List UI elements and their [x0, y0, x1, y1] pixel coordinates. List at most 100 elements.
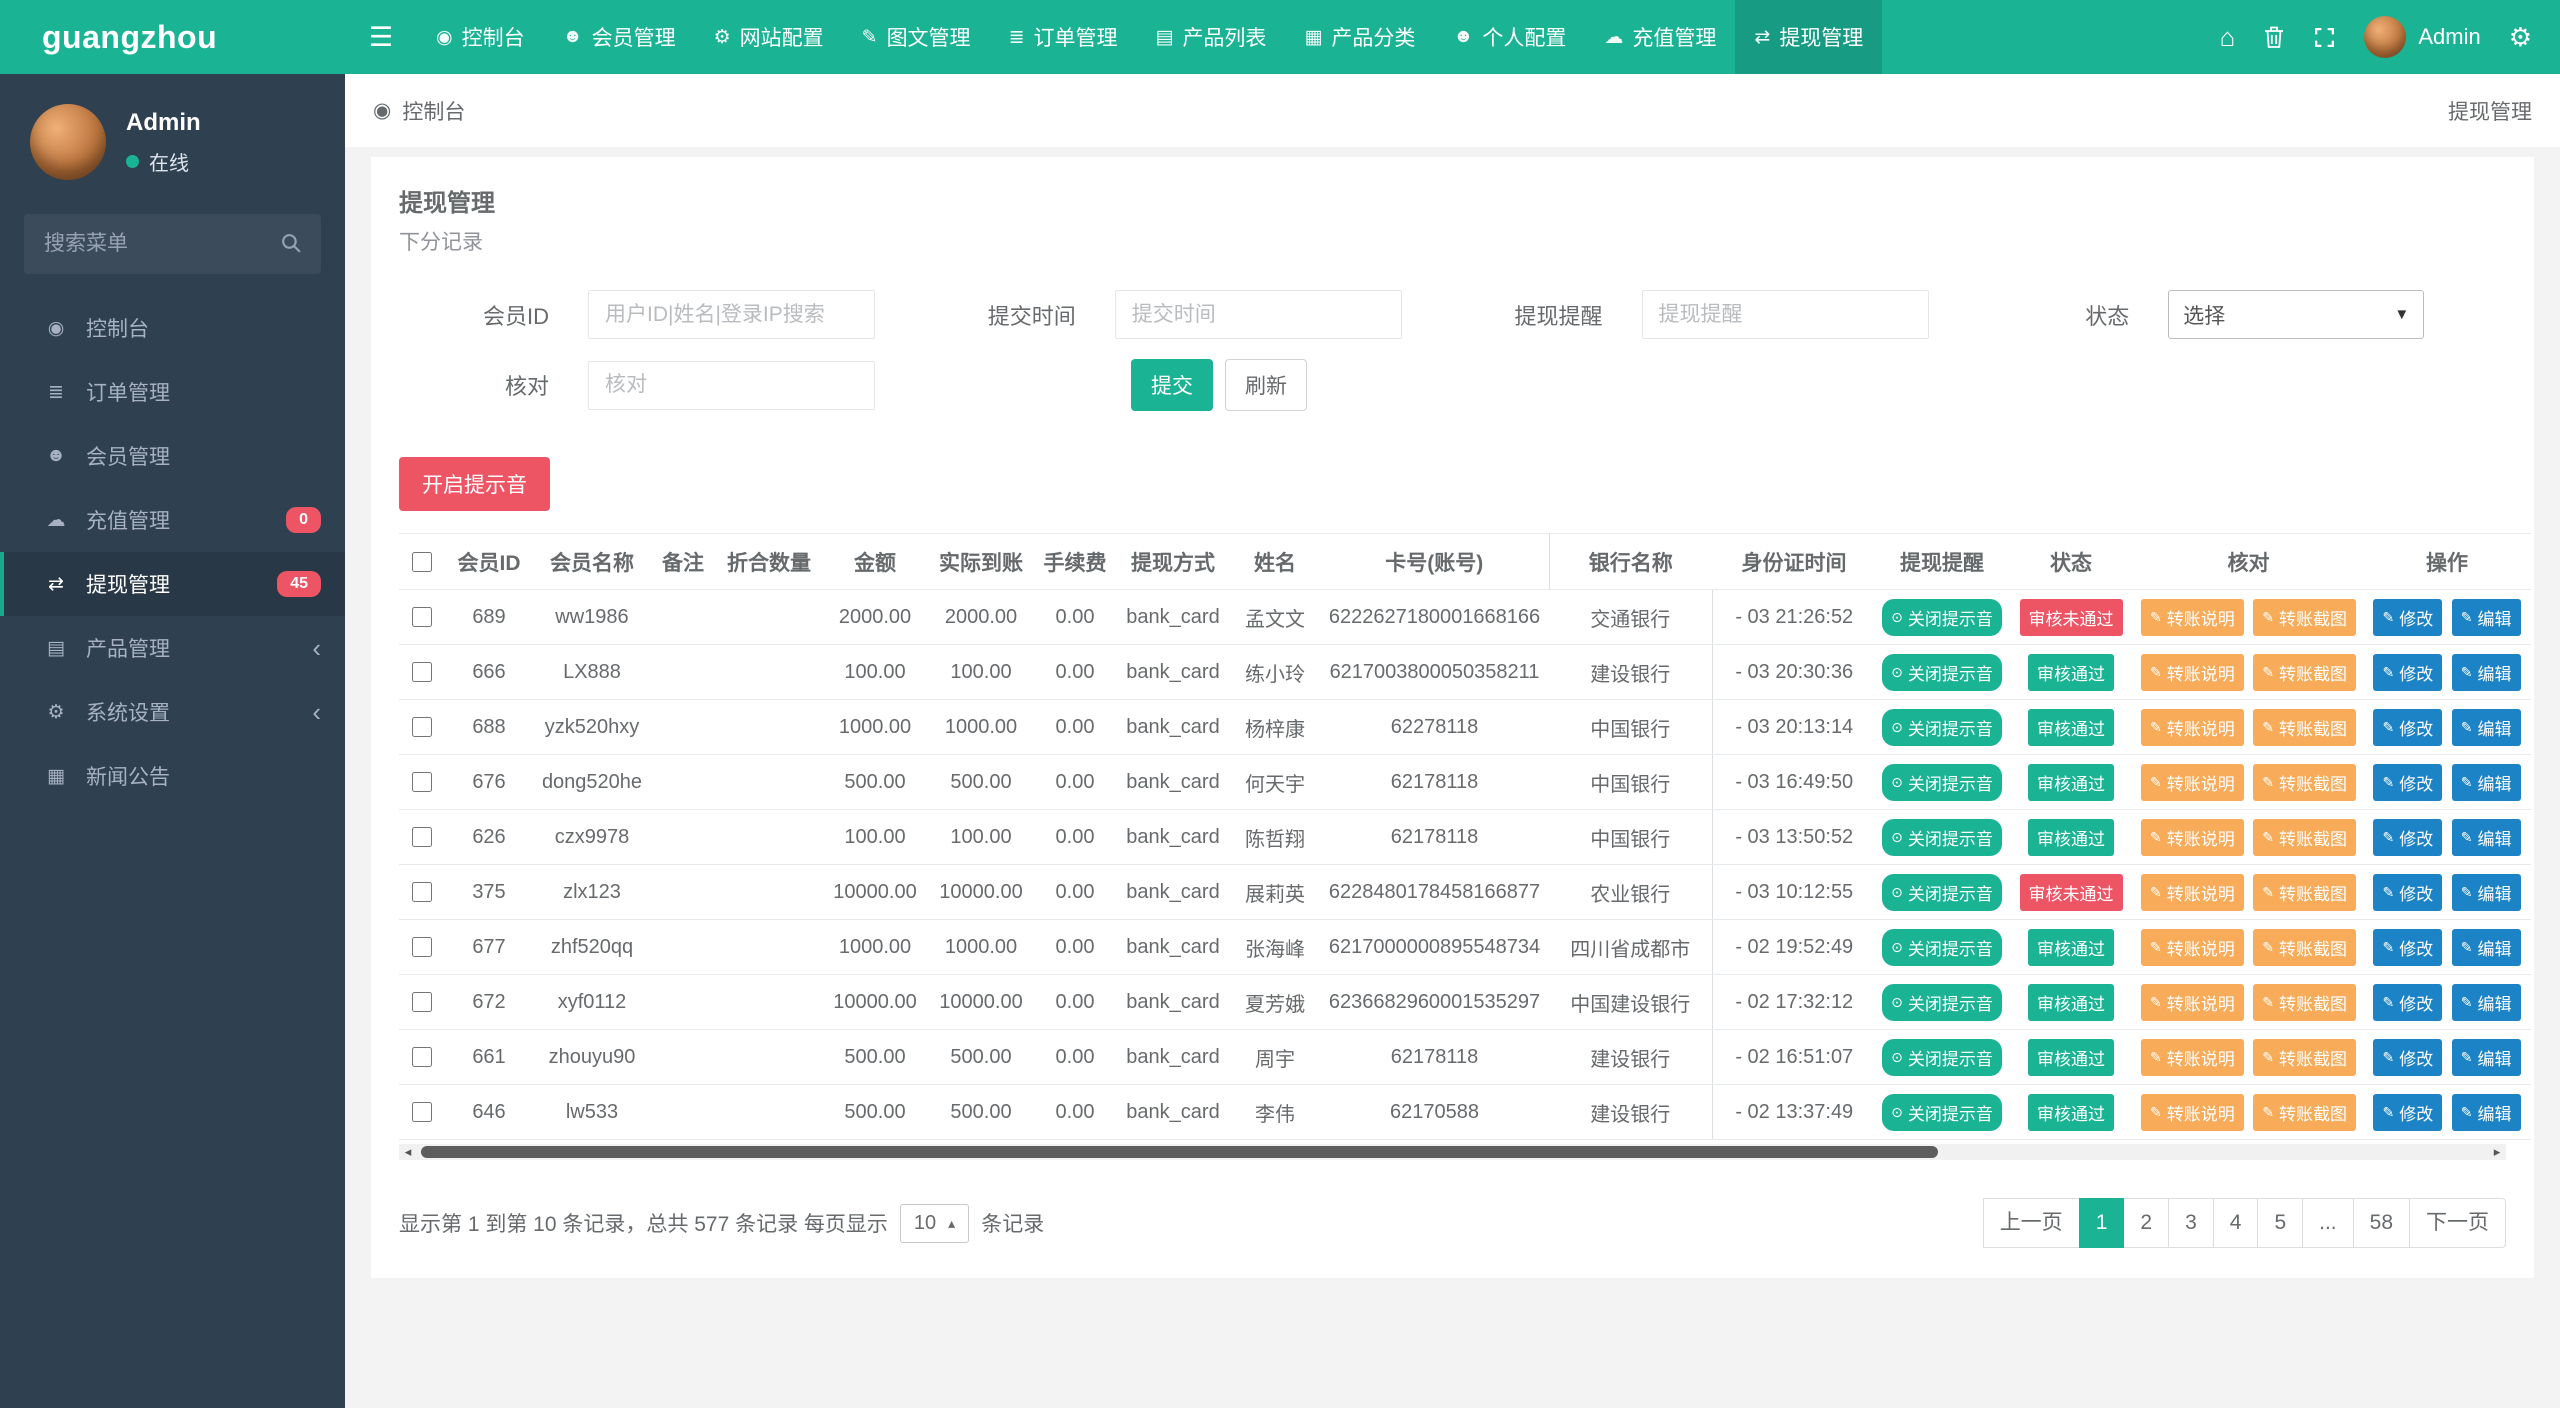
- sidebar-item[interactable]: ⇄ 提现管理 45: [0, 552, 345, 616]
- edit-button[interactable]: ✎ 编辑: [2451, 983, 2521, 1021]
- transfer-screenshot-button[interactable]: ✎ 转账截图: [2253, 1038, 2357, 1076]
- transfer-screenshot-button[interactable]: ✎ 转账截图: [2253, 708, 2357, 746]
- page-button[interactable]: 上一页: [1982, 1198, 2080, 1248]
- page-button[interactable]: 5: [2257, 1198, 2304, 1248]
- modify-button[interactable]: ✎ 修改: [2373, 598, 2443, 636]
- modify-button[interactable]: ✎ 修改: [2373, 928, 2443, 966]
- search-icon[interactable]: [280, 232, 303, 260]
- mute-sound-button[interactable]: ⊙ 关闭提示音: [1882, 653, 2002, 691]
- transfer-note-button[interactable]: ✎ 转账说明: [2140, 598, 2244, 636]
- breadcrumb-left-label[interactable]: 控制台: [402, 96, 465, 126]
- row-checkbox[interactable]: [411, 1102, 432, 1123]
- mute-sound-button[interactable]: ⊙ 关闭提示音: [1882, 598, 2002, 636]
- hamburger-icon[interactable]: ☰: [345, 0, 417, 74]
- page-button[interactable]: ...: [2302, 1198, 2354, 1248]
- modify-button[interactable]: ✎ 修改: [2373, 763, 2443, 801]
- trash-icon[interactable]: [2263, 25, 2285, 50]
- edit-button[interactable]: ✎ 编辑: [2451, 928, 2521, 966]
- row-checkbox[interactable]: [411, 607, 432, 628]
- transfer-screenshot-button[interactable]: ✎ 转账截图: [2253, 983, 2357, 1021]
- horizontal-scrollbar[interactable]: ◂ ▸: [399, 1144, 2506, 1160]
- edit-button[interactable]: ✎ 编辑: [2451, 598, 2521, 636]
- expand-icon[interactable]: [2313, 26, 2336, 49]
- edit-button[interactable]: ✎ 编辑: [2451, 708, 2521, 746]
- navbar-item[interactable]: ✎ 图文管理: [843, 0, 990, 74]
- mute-sound-button[interactable]: ⊙ 关闭提示音: [1882, 928, 2002, 966]
- withdraw-notice-input[interactable]: [1641, 290, 1929, 339]
- transfer-note-button[interactable]: ✎ 转账说明: [2140, 928, 2244, 966]
- page-size-select[interactable]: 10 ▴: [899, 1203, 970, 1243]
- modify-button[interactable]: ✎ 修改: [2373, 983, 2443, 1021]
- sidebar-item[interactable]: ◉ 控制台: [0, 296, 345, 360]
- row-checkbox[interactable]: [411, 1047, 432, 1068]
- modify-button[interactable]: ✎ 修改: [2373, 873, 2443, 911]
- navbar-item[interactable]: ▦ 产品分类: [1285, 0, 1434, 74]
- submit-button[interactable]: 提交: [1131, 359, 1213, 411]
- mute-sound-button[interactable]: ⊙ 关闭提示音: [1882, 708, 2002, 746]
- page-button[interactable]: 3: [2168, 1198, 2214, 1248]
- transfer-note-button[interactable]: ✎ 转账说明: [2140, 1093, 2244, 1131]
- mute-sound-button[interactable]: ⊙ 关闭提示音: [1882, 1038, 2002, 1076]
- row-checkbox[interactable]: [411, 882, 432, 903]
- modify-button[interactable]: ✎ 修改: [2373, 708, 2443, 746]
- transfer-screenshot-button[interactable]: ✎ 转账截图: [2253, 763, 2357, 801]
- settings-gear-icon[interactable]: ⚙: [2509, 22, 2532, 53]
- row-checkbox[interactable]: [411, 662, 432, 683]
- transfer-note-button[interactable]: ✎ 转账说明: [2140, 873, 2244, 911]
- transfer-note-button[interactable]: ✎ 转账说明: [2140, 708, 2244, 746]
- transfer-screenshot-button[interactable]: ✎ 转账截图: [2253, 873, 2357, 911]
- edit-button[interactable]: ✎ 编辑: [2451, 1038, 2521, 1076]
- navbar-item[interactable]: ☻ 会员管理: [544, 0, 695, 74]
- status-select[interactable]: 选择 ▼: [2168, 290, 2425, 339]
- edit-button[interactable]: ✎ 编辑: [2451, 873, 2521, 911]
- home-icon[interactable]: ⌂: [2220, 22, 2236, 53]
- scrollbar-thumb[interactable]: [421, 1146, 1939, 1158]
- modify-button[interactable]: ✎ 修改: [2373, 1038, 2443, 1076]
- navbar-item[interactable]: ◉ 控制台: [417, 0, 544, 74]
- sidebar-item[interactable]: ▦ 新闻公告: [0, 744, 345, 808]
- mute-sound-button[interactable]: ⊙ 关闭提示音: [1882, 983, 2002, 1021]
- modify-button[interactable]: ✎ 修改: [2373, 818, 2443, 856]
- sidebar-item[interactable]: ⚙ 系统设置 ‹: [0, 680, 345, 744]
- modify-button[interactable]: ✎ 修改: [2373, 1093, 2443, 1131]
- mute-sound-button[interactable]: ⊙ 关闭提示音: [1882, 1093, 2002, 1131]
- sidebar-item[interactable]: ☁ 充值管理 0: [0, 488, 345, 552]
- edit-button[interactable]: ✎ 编辑: [2451, 653, 2521, 691]
- menu-search-input[interactable]: [24, 214, 321, 274]
- sidebar-item[interactable]: ☻ 会员管理: [0, 424, 345, 488]
- row-checkbox[interactable]: [411, 772, 432, 793]
- edit-button[interactable]: ✎ 编辑: [2451, 1093, 2521, 1131]
- sidebar-item[interactable]: ▤ 产品管理 ‹: [0, 616, 345, 680]
- transfer-screenshot-button[interactable]: ✎ 转账截图: [2253, 928, 2357, 966]
- row-checkbox[interactable]: [411, 992, 432, 1013]
- transfer-note-button[interactable]: ✎ 转账说明: [2140, 1038, 2244, 1076]
- scroll-right-icon[interactable]: ▸: [2488, 1144, 2506, 1160]
- mute-sound-button[interactable]: ⊙ 关闭提示音: [1882, 763, 2002, 801]
- page-button[interactable]: 下一页: [2409, 1198, 2506, 1248]
- navbar-item[interactable]: ☁ 充值管理: [1585, 0, 1735, 74]
- user-menu[interactable]: Admin: [2364, 16, 2481, 58]
- row-checkbox[interactable]: [411, 827, 432, 848]
- page-button[interactable]: 58: [2352, 1198, 2410, 1248]
- member-id-input[interactable]: [588, 290, 875, 339]
- check-input[interactable]: [588, 360, 875, 410]
- navbar-item[interactable]: ▤ 产品列表: [1136, 0, 1285, 74]
- navbar-item[interactable]: ☻ 个人配置: [1434, 0, 1585, 74]
- transfer-screenshot-button[interactable]: ✎ 转账截图: [2253, 818, 2357, 856]
- transfer-screenshot-button[interactable]: ✎ 转账截图: [2253, 1093, 2357, 1131]
- edit-button[interactable]: ✎ 编辑: [2451, 818, 2521, 856]
- refresh-button[interactable]: 刷新: [1225, 359, 1307, 411]
- row-checkbox[interactable]: [411, 937, 432, 958]
- edit-button[interactable]: ✎ 编辑: [2451, 763, 2521, 801]
- mute-sound-button[interactable]: ⊙ 关闭提示音: [1882, 818, 2002, 856]
- enable-sound-button[interactable]: 开启提示音: [399, 457, 550, 511]
- transfer-note-button[interactable]: ✎ 转账说明: [2140, 763, 2244, 801]
- page-button[interactable]: 2: [2123, 1198, 2170, 1248]
- navbar-item[interactable]: ⚙ 网站配置: [695, 0, 843, 74]
- navbar-item[interactable]: ≣ 订单管理: [990, 0, 1137, 74]
- modify-button[interactable]: ✎ 修改: [2373, 653, 2443, 691]
- transfer-note-button[interactable]: ✎ 转账说明: [2140, 983, 2244, 1021]
- navbar-item[interactable]: ⇄ 提现管理: [1735, 0, 1883, 74]
- page-button[interactable]: 1: [2078, 1198, 2125, 1248]
- transfer-screenshot-button[interactable]: ✎ 转账截图: [2253, 653, 2357, 691]
